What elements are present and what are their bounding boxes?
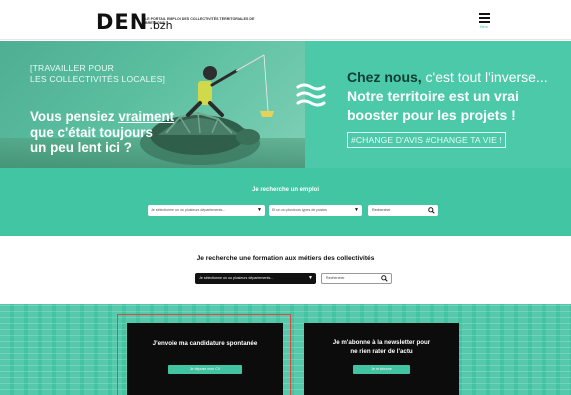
hero-message-line1: Chez nous, c'est tout l'inverse... — [347, 68, 562, 87]
menu-button[interactable]: Menu — [474, 13, 494, 37]
hero-message-line3: booster pour les projets ! — [347, 107, 516, 123]
newsletter-card-title: Je m'abonne à la newsletter pour ne rien… — [304, 338, 459, 356]
search-icon[interactable] — [428, 207, 435, 214]
job-search-section: Je recherche un emploi Je sélectionne un… — [0, 168, 571, 236]
training-search-section: Je recherche une formation aux métiers d… — [0, 236, 571, 304]
job-departments-placeholder: Je sélectionne un ou plusieurs départeme… — [151, 208, 226, 212]
hero-title-line3: un peu lent ici ? — [30, 140, 132, 155]
menu-label: Menu — [479, 25, 489, 29]
job-departments-select[interactable]: Je sélectionne un ou plusieurs départeme… — [148, 205, 265, 216]
subscribe-button[interactable]: Je m'abonne — [353, 365, 410, 374]
dropdown-arrow-icon: ▼ — [257, 207, 262, 213]
newsletter-title-line2: ne rien rater de l'actu — [350, 348, 413, 355]
waves-icon — [296, 83, 326, 107]
hero-title-part-a: Vous pensiez — [30, 109, 119, 124]
newsletter-card: Je m'abonne à la newsletter pour ne rien… — [304, 323, 459, 395]
job-search-input[interactable]: Rechercher — [368, 205, 438, 216]
logo-text: DEN — [96, 10, 149, 34]
training-departments-select[interactable]: Je sélectionne un ou plusieurs départeme… — [195, 273, 316, 284]
job-types-placeholder: Et un ou plusieurs types de postes — [272, 208, 327, 212]
hero-photo: [TRAVAILLER POUR LES COLLECTIVITÉS LOCAL… — [0, 41, 305, 168]
job-search-placeholder: Rechercher — [372, 208, 391, 212]
search-icon[interactable] — [381, 275, 388, 282]
hero-title-line1: Vous pensiez vraiment — [30, 109, 174, 125]
hero-title-line2: que c'était toujours — [30, 124, 153, 140]
training-departments-placeholder: Je sélectionne un ou plusieurs départeme… — [199, 276, 274, 280]
hero-banner: [TRAVAILLER POUR LES COLLECTIVITÉS LOCAL… — [0, 41, 571, 168]
hamburger-icon — [478, 13, 490, 23]
job-search-title: Je recherche un emploi — [251, 187, 320, 193]
training-search-title: Je recherche une formation aux métiers d… — [196, 255, 375, 262]
dropdown-arrow-icon: ▼ — [308, 275, 313, 281]
hero-kicker-line1: [TRAVAILLER POUR — [30, 63, 115, 73]
site-header: DEN .bzh Le portail emploi des collectiv… — [0, 0, 571, 40]
hero-kicker: [TRAVAILLER POUR LES COLLECTIVITÉS LOCAL… — [30, 63, 165, 84]
hero-message-line2: Notre territoire est un vrai — [347, 88, 519, 104]
highlight-frame — [117, 314, 291, 395]
site-tagline: Le portail emploi des collectivités terr… — [145, 17, 255, 26]
hero-message: Chez nous, c'est tout l'inverse... Notre… — [347, 68, 562, 148]
hashtags-badge: #CHANGE D'AVIS #CHANGE TA VIE ! — [347, 132, 506, 148]
job-types-select[interactable]: Et un ou plusieurs types de postes ▼ — [269, 205, 362, 216]
hero-kicker-line2: LES COLLECTIVITÉS LOCALES] — [30, 73, 166, 84]
hero-title-emphasis: vraiment — [118, 109, 175, 124]
hero-title: Vous pensiez vraiment que c'était toujou… — [30, 109, 174, 156]
hero-message-bold: Chez nous, — [347, 69, 422, 85]
training-search-input[interactable]: Rechercher — [321, 273, 392, 284]
newsletter-title-line1: Je m'abonne à la newsletter pour — [332, 339, 431, 346]
hero-message-rest: c'est tout l'inverse... — [421, 69, 548, 85]
training-search-placeholder: Rechercher — [326, 276, 345, 280]
dropdown-arrow-icon: ▼ — [354, 207, 359, 213]
